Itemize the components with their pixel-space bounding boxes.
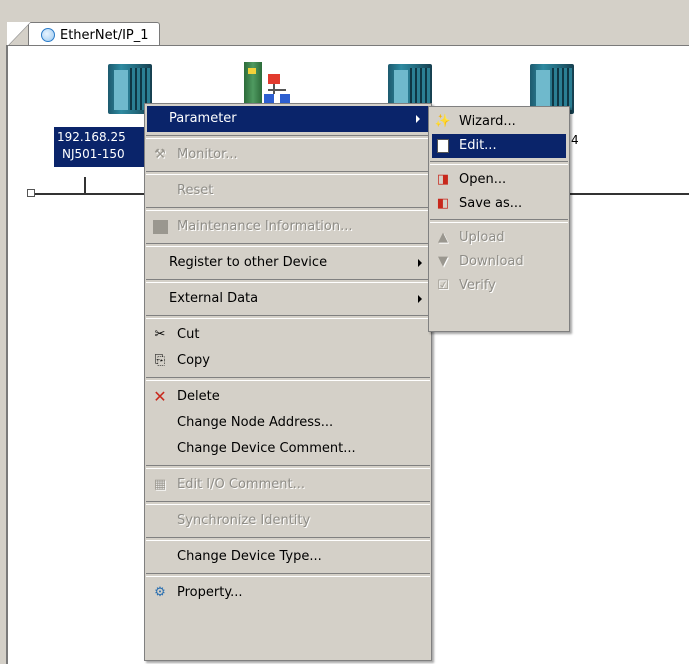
submenu-arrow-icon (418, 295, 422, 303)
menu-change-device-comment[interactable]: Change Device Comment... (145, 436, 431, 462)
menu-external-label: External Data (169, 291, 259, 306)
tab-strip: EtherNet/IP_1 (0, 0, 689, 47)
menu-monitor[interactable]: ⚒ Monitor... (145, 142, 431, 168)
submenu-wizard-label: Wizard... (459, 114, 516, 129)
menu-change-address-label: Change Node Address... (177, 415, 334, 430)
menu-parameter-label: Parameter (169, 111, 237, 126)
tab-label: EtherNet/IP_1 (60, 27, 149, 43)
node-label-selected[interactable]: 192.168.25 NJ501-150 (54, 127, 146, 167)
submenu-edit-label: Edit... (459, 138, 497, 153)
menu-reset-label: Reset (177, 183, 214, 198)
menu-synchronize-identity[interactable]: Synchronize Identity (145, 508, 431, 534)
submenu-open-label: Open... (459, 172, 507, 187)
menu-copy[interactable]: ⎘ Copy (145, 348, 431, 374)
submenu-open[interactable]: ◨ Open... (429, 168, 569, 192)
menu-change-type-label: Change Device Type... (177, 549, 322, 564)
network-icon (41, 28, 55, 42)
menu-change-comment-label: Change Device Comment... (177, 441, 356, 456)
submenu-edit[interactable]: Edit... (432, 134, 566, 158)
property-icon: ⚙ (154, 585, 166, 600)
menu-delete-label: Delete (177, 389, 220, 404)
menu-copy-label: Copy (177, 353, 210, 368)
edit-document-icon (434, 138, 452, 154)
copy-icon: ⎘ (154, 353, 166, 368)
node-address: 192.168.25 (57, 130, 126, 144)
submenu-download-label: Download (459, 254, 524, 269)
submenu-wizard[interactable]: ✨ Wizard... (429, 110, 569, 134)
save-as-icon: ◧ (436, 196, 450, 211)
node-model: NJ501-150 (62, 147, 125, 161)
monitor-icon: ⚒ (154, 147, 166, 162)
submenu-verify-label: Verify (459, 278, 496, 293)
menu-delete[interactable]: ✕ Delete (145, 384, 431, 410)
menu-parameter[interactable]: Parameter (147, 106, 429, 132)
scissors-icon: ✂ (154, 327, 166, 342)
menu-register-label: Register to other Device (169, 255, 328, 270)
submenu-upload[interactable]: ▲ Upload (429, 226, 569, 250)
menu-maintenance-information[interactable]: Maintenance Information... (145, 214, 431, 240)
menu-monitor-label: Monitor... (177, 147, 238, 162)
menu-change-node-address[interactable]: Change Node Address... (145, 410, 431, 436)
wizard-icon: ✨ (434, 114, 452, 129)
menu-register-to-other-device[interactable]: Register to other Device (145, 250, 431, 276)
submenu-save-as-label: Save as... (459, 196, 523, 211)
submenu-arrow-icon (418, 259, 422, 267)
io-comment-icon: ▦ (153, 477, 167, 492)
menu-property-label: Property... (177, 585, 243, 600)
menu-change-device-type[interactable]: Change Device Type... (145, 544, 431, 570)
upload-icon: ▲ (438, 230, 448, 245)
node-label-4: 4 (571, 133, 579, 147)
menu-property[interactable]: ⚙ Property... (145, 580, 431, 606)
menu-reset[interactable]: Reset (145, 178, 431, 204)
node-drop-line (84, 177, 86, 194)
open-icon: ◨ (436, 172, 450, 187)
menu-external-data[interactable]: External Data (145, 286, 431, 312)
menu-cut-label: Cut (177, 327, 200, 342)
submenu-arrow-icon (416, 115, 420, 123)
context-menu: Parameter ⚒ Monitor... Reset Maintenance… (144, 103, 432, 661)
submenu-download[interactable]: ▼ Download (429, 250, 569, 274)
submenu-save-as[interactable]: ◧ Save as... (429, 192, 569, 216)
menu-maintenance-label: Maintenance Information... (177, 219, 353, 234)
delete-x-icon: ✕ (153, 387, 167, 406)
download-icon: ▼ (438, 254, 448, 269)
bus-terminator (27, 189, 35, 197)
submenu-upload-label: Upload (459, 230, 505, 245)
menu-edit-io-comment[interactable]: ▦ Edit I/O Comment... (145, 472, 431, 498)
tab-ethernet-ip[interactable]: EtherNet/IP_1 (7, 22, 160, 47)
menu-edit-io-label: Edit I/O Comment... (177, 477, 305, 492)
parameter-submenu: ✨ Wizard... Edit... ◨ Open... ◧ Save as.… (428, 106, 570, 332)
verify-checkbox-icon: ☑ (437, 278, 449, 293)
menu-cut[interactable]: ✂ Cut (145, 322, 431, 348)
maintenance-icon (151, 219, 169, 235)
menu-sync-label: Synchronize Identity (177, 513, 311, 528)
submenu-verify[interactable]: ☑ Verify (429, 274, 569, 298)
